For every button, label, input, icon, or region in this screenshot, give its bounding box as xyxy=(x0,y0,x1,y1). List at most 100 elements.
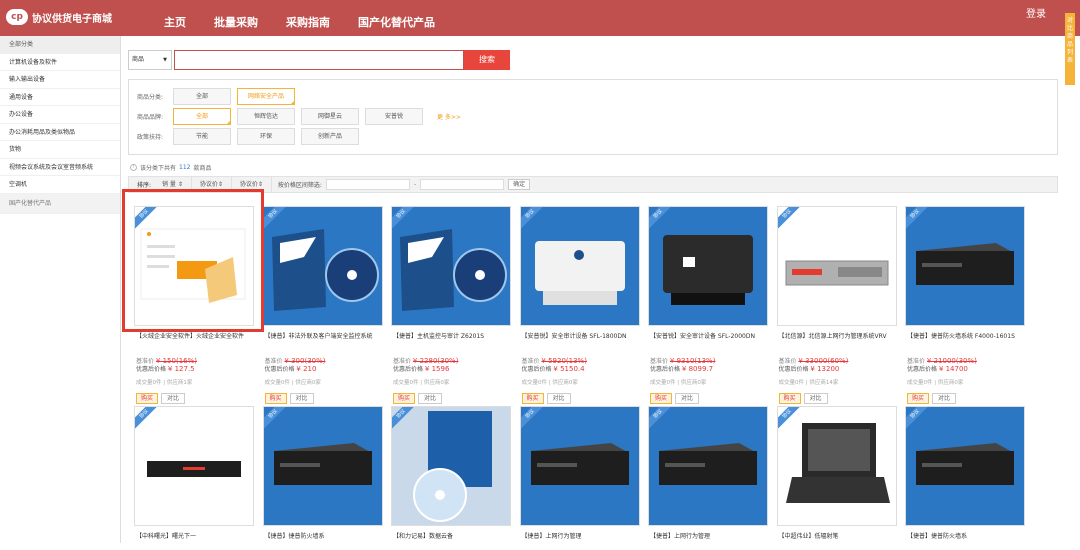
product-title[interactable]: 【捷普】主机监控与审计 Z6201S xyxy=(393,332,511,350)
nav-domestic-products[interactable]: 国产化替代产品 xyxy=(358,14,435,30)
product-image[interactable]: 协议 xyxy=(262,206,383,326)
top-bar: cp 协议供货电子商城 主页 批量采购 采购指南 国产化替代产品 登录 xyxy=(0,0,1080,36)
search-button[interactable]: 搜索 xyxy=(464,50,510,70)
product-image[interactable]: 协议 xyxy=(134,406,254,526)
result-count-number: 112 xyxy=(179,164,191,171)
product-image[interactable]: 协议 xyxy=(648,406,768,526)
product-title[interactable]: 【捷普】上网行为管理 xyxy=(650,532,768,550)
sales-stats: 成交量0件 | 供应商14家 xyxy=(778,380,839,386)
nav-purchase-guide[interactable]: 采购指南 xyxy=(286,14,330,30)
product-image[interactable]: 协议 xyxy=(391,406,511,526)
product-photo xyxy=(649,407,767,525)
site-title: 协议供货电子商城 xyxy=(32,13,112,25)
compare-button[interactable]: 对比 xyxy=(289,393,314,404)
sidebar-item-general[interactable]: 通用设备 xyxy=(0,89,120,106)
buy-button[interactable]: 购买 xyxy=(521,393,544,404)
filter-brand-1[interactable]: 恒辉信达 xyxy=(237,108,295,125)
buy-button[interactable]: 购买 xyxy=(778,393,801,404)
sidebar-item-computer[interactable]: 计算机设备及软件 xyxy=(0,54,120,71)
product-photo xyxy=(135,407,253,525)
sort-bar: 排序: 销 量 ⇕ 协议价⇕ 协议价⇕ 按价格区间筛选: - 确定 xyxy=(128,176,1058,193)
sidebar-item-domestic[interactable]: 国产化替代产品 xyxy=(0,193,120,214)
buy-button[interactable]: 购买 xyxy=(136,393,159,404)
compare-button[interactable]: 对比 xyxy=(546,393,571,404)
sort-label: 排序: xyxy=(137,182,152,189)
discount-price: 优惠后价格 ¥ 5150.4 xyxy=(521,365,585,373)
result-count: ! 该分类下共有 112 款商品 xyxy=(130,163,211,172)
sidebar-item-office[interactable]: 办公设备 xyxy=(0,106,120,124)
product-photo xyxy=(263,407,382,525)
compare-button[interactable]: 对比 xyxy=(675,393,700,404)
buy-button[interactable]: 购买 xyxy=(393,393,416,404)
compare-button[interactable]: 对比 xyxy=(418,393,443,404)
compare-button[interactable]: 对比 xyxy=(932,393,957,404)
price-max-input[interactable] xyxy=(420,179,505,190)
filter-policy-innovation[interactable]: 创新产品 xyxy=(301,128,359,145)
compare-button[interactable]: 对比 xyxy=(803,393,828,404)
compare-list-tab[interactable]: 对比商品列表 xyxy=(1065,13,1075,85)
sidebar-item-video[interactable]: 视频会议系统及会议室音频系统 xyxy=(0,159,120,176)
product-title[interactable]: 【中超伟业】低辐射笔 xyxy=(779,532,897,550)
filter-brand-label: 商品品牌: xyxy=(137,114,164,121)
result-count-suffix: 款商品 xyxy=(193,165,212,172)
sales-stats: 成交量0件 | 供应商0家 xyxy=(521,380,578,386)
category-select-value: 商品 xyxy=(132,56,145,63)
compare-button[interactable]: 对比 xyxy=(161,393,186,404)
product-title[interactable]: 【中科曙光】曙光下一 xyxy=(136,532,254,550)
product-title[interactable]: 【捷普】上网行为管理 xyxy=(522,532,640,550)
discount-price: 优惠后价格 ¥ 1596 xyxy=(393,365,450,373)
filter-policy-energy[interactable]: 节能 xyxy=(173,128,231,145)
filter-category-all[interactable]: 全部 xyxy=(173,88,231,105)
product-title[interactable]: 【安普锐】安全审计设备 SFL-1800DN xyxy=(522,332,640,350)
product-image[interactable]: 协议 xyxy=(905,406,1025,526)
product-title[interactable]: 【北信源】北信源上网行为管理系统VRV xyxy=(779,332,897,350)
nav-bulk-purchase[interactable]: 批量采购 xyxy=(214,14,258,30)
product-title[interactable]: 【捷普】捷普防火墙系 xyxy=(265,532,383,550)
buy-button[interactable]: 购买 xyxy=(264,393,287,404)
product-photo xyxy=(263,207,382,325)
sidebar-item-goods[interactable]: 货物 xyxy=(0,141,120,159)
sidebar-item-consumables[interactable]: 办公消耗用品及类似物品 xyxy=(0,124,120,141)
product-image[interactable]: 协议 xyxy=(262,406,383,526)
login-link[interactable]: 登录 xyxy=(1026,5,1046,20)
filter-category-network-security[interactable]: 网络安全产品 xyxy=(237,88,295,105)
buy-button[interactable]: 购买 xyxy=(650,393,673,404)
filter-brand-more[interactable]: 更 多>> xyxy=(437,112,461,121)
product-title[interactable]: 【火绒企业安全软件】火绒企业安全软件 xyxy=(136,332,254,350)
discount-price: 优惠后价格 ¥ 210 xyxy=(264,365,317,373)
price-confirm-button[interactable]: 确定 xyxy=(508,179,531,190)
price-range-dash: - xyxy=(413,181,417,188)
filter-brand-2[interactable]: 网御星云 xyxy=(301,108,359,125)
sidebar-head[interactable]: 全部分类 xyxy=(0,36,120,54)
product-title[interactable]: 【安普锐】安全审计设备 SFL-2000DN xyxy=(650,332,768,350)
product-image[interactable]: 协议 xyxy=(776,206,897,326)
chevron-down-icon: ▼ xyxy=(163,57,167,63)
product-title[interactable]: 【捷普】捷普防火墙系统 F4000-1601S xyxy=(907,332,1025,350)
product-image[interactable]: 协议 xyxy=(648,206,768,326)
filter-panel: 商品分类: 全部 网络安全产品 商品品牌: 全部 恒辉信达 网御星云 安普锐 更… xyxy=(128,79,1058,155)
buy-button[interactable]: 购买 xyxy=(907,393,930,404)
nav-home[interactable]: 主页 xyxy=(164,14,186,30)
search-bar: 商品 ▼ 搜索 xyxy=(128,50,510,70)
product-image[interactable]: 协议 xyxy=(905,206,1025,326)
product-photo xyxy=(906,207,1024,325)
price-min-input[interactable] xyxy=(325,179,410,190)
filter-policy-eco[interactable]: 环保 xyxy=(237,128,295,145)
product-title[interactable]: 【和力记易】数据云备 xyxy=(393,532,511,550)
product-image[interactable]: 协议 xyxy=(391,206,511,326)
category-sidebar: 全部分类 计算机设备及软件 输入输出设备 通用设备 办公设备 办公消耗用品及类似… xyxy=(0,36,121,543)
filter-brand-all[interactable]: 全部 xyxy=(173,108,231,125)
product-title[interactable]: 【捷普】非法外联及客户端安全监控系统 xyxy=(265,332,383,350)
product-image[interactable]: 协议 xyxy=(776,406,897,526)
site-logo[interactable]: cp 协议供货电子商城 xyxy=(6,9,112,25)
product-image[interactable]: 协议 xyxy=(519,206,640,326)
product-title[interactable]: 【捷普】捷普防火墙系 xyxy=(907,532,1025,550)
sidebar-item-ac[interactable]: 空调机 xyxy=(0,176,120,194)
filter-brand-3[interactable]: 安普锐 xyxy=(365,108,423,125)
product-image[interactable]: 协议 xyxy=(519,406,640,526)
search-input[interactable] xyxy=(174,50,464,70)
discount-price: 优惠后价格 ¥ 14700 xyxy=(907,365,968,373)
category-select[interactable]: 商品 ▼ xyxy=(128,50,172,70)
main-nav: 主页 批量采购 采购指南 国产化替代产品 xyxy=(164,14,435,30)
sidebar-item-io[interactable]: 输入输出设备 xyxy=(0,71,120,89)
